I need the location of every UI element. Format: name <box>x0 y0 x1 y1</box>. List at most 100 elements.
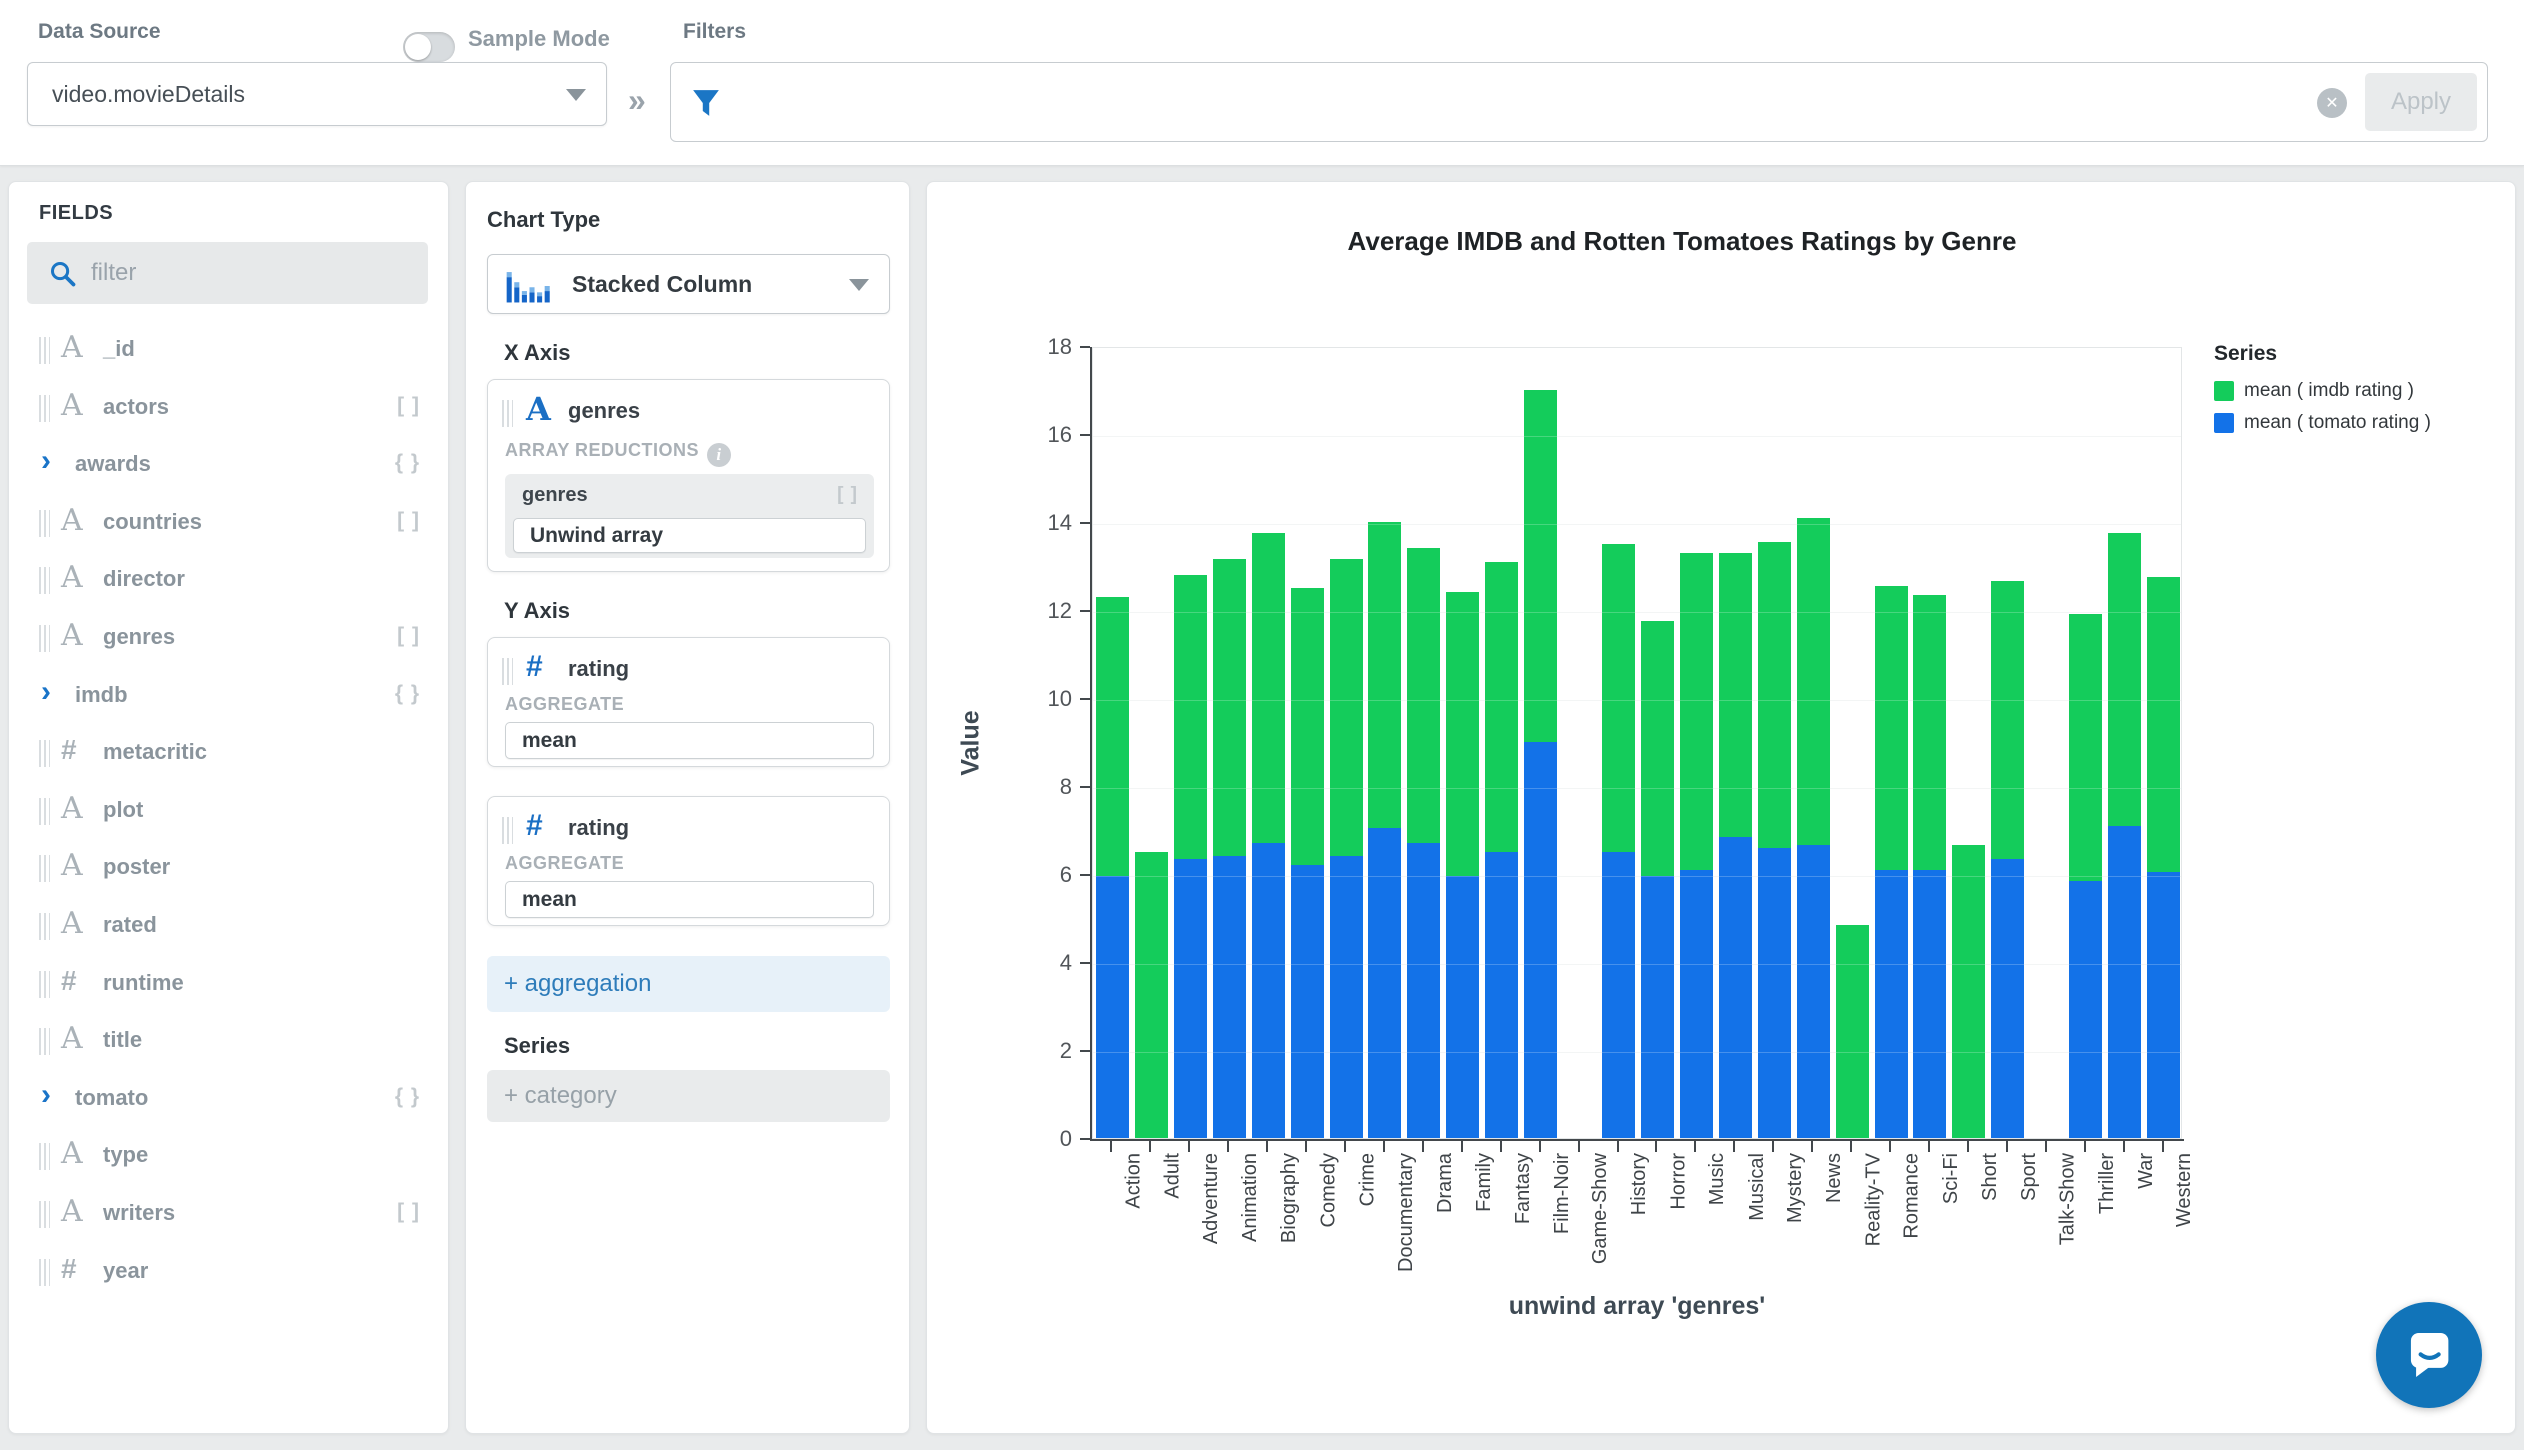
bar-tomato-Music[interactable] <box>1680 870 1713 1138</box>
bar-tomato-News[interactable] <box>1797 845 1830 1138</box>
bar-imdb-Music[interactable] <box>1680 553 1713 870</box>
bar-imdb-Horror[interactable] <box>1641 621 1674 876</box>
bar-tomato-Crime[interactable] <box>1330 856 1363 1138</box>
bar-imdb-Fantasy[interactable] <box>1485 562 1518 852</box>
chat-button[interactable] <box>2376 1302 2482 1408</box>
drag-handle-icon[interactable] <box>39 337 50 364</box>
bar-imdb-Short[interactable] <box>1952 845 1985 1138</box>
field-row-imdb[interactable]: ›imdb{ } <box>9 668 448 724</box>
field-row-title[interactable]: Atitle <box>9 1013 448 1069</box>
field-row-genres[interactable]: Agenres[ ] <box>9 610 448 666</box>
bar-imdb-Film-Noir[interactable] <box>1524 390 1557 742</box>
bar-imdb-Biography[interactable] <box>1252 533 1285 843</box>
field-search-input[interactable] <box>91 242 411 304</box>
sample-mode-toggle[interactable] <box>403 32 455 62</box>
bar-imdb-War[interactable] <box>2108 533 2141 826</box>
bar-tomato-Musical[interactable] <box>1719 837 1752 1138</box>
info-icon[interactable]: i <box>707 443 731 467</box>
drag-handle-icon[interactable] <box>39 625 50 652</box>
field-row-awards[interactable]: ›awards{ } <box>9 437 448 493</box>
bar-tomato-Biography[interactable] <box>1252 843 1285 1138</box>
bar-imdb-Documentary[interactable] <box>1368 522 1401 828</box>
bar-imdb-Sport[interactable] <box>1991 581 2024 858</box>
field-row-actors[interactable]: Aactors[ ] <box>9 380 448 436</box>
field-row-runtime[interactable]: #runtime <box>9 956 448 1012</box>
bar-imdb-Action[interactable] <box>1096 597 1129 876</box>
bar-imdb-Animation[interactable] <box>1213 559 1246 856</box>
field-row-poster[interactable]: Aposter <box>9 840 448 896</box>
bar-imdb-Adventure[interactable] <box>1174 575 1207 859</box>
chevron-right-icon[interactable]: › <box>41 1078 51 1112</box>
drag-handle-icon[interactable] <box>39 740 50 767</box>
bar-tomato-Fantasy[interactable] <box>1485 852 1518 1138</box>
bar-imdb-Romance[interactable] <box>1875 586 1908 870</box>
bar-tomato-Thriller[interactable] <box>2069 881 2102 1138</box>
drag-handle-icon[interactable] <box>39 510 50 537</box>
field-row-tomato[interactable]: ›tomato{ } <box>9 1071 448 1127</box>
bar-tomato-Adventure[interactable] <box>1174 859 1207 1138</box>
drag-handle-icon[interactable] <box>39 913 50 940</box>
chevron-right-icon[interactable]: › <box>41 675 51 709</box>
drag-handle-icon[interactable] <box>39 1143 50 1170</box>
bar-tomato-Animation[interactable] <box>1213 856 1246 1138</box>
bar-tomato-Documentary[interactable] <box>1368 828 1401 1138</box>
apply-button[interactable]: Apply <box>2365 73 2477 131</box>
bar-imdb-Thriller[interactable] <box>2069 614 2102 880</box>
bar-imdb-Family[interactable] <box>1446 592 1479 876</box>
field-row-metacritic[interactable]: #metacritic <box>9 725 448 781</box>
bar-tomato-Comedy[interactable] <box>1291 865 1324 1138</box>
add-aggregation-button[interactable]: + aggregation <box>487 956 890 1012</box>
aggregate-select[interactable]: mean <box>505 881 874 918</box>
data-source-select[interactable]: video.movieDetails <box>27 62 607 126</box>
drag-handle-icon[interactable] <box>502 658 513 685</box>
bar-tomato-Family[interactable] <box>1446 876 1479 1138</box>
bar-tomato-Western[interactable] <box>2147 872 2180 1138</box>
drag-handle-icon[interactable] <box>502 400 513 427</box>
bar-tomato-Horror[interactable] <box>1641 876 1674 1138</box>
bar-imdb-Drama[interactable] <box>1407 548 1440 843</box>
clear-filter-icon[interactable]: ✕ <box>2317 88 2347 118</box>
field-row-rated[interactable]: Arated <box>9 898 448 954</box>
aggregate-select[interactable]: mean <box>505 722 874 759</box>
bar-tomato-Film-Noir[interactable] <box>1524 742 1557 1138</box>
field-row-countries[interactable]: Acountries[ ] <box>9 495 448 551</box>
drag-handle-icon[interactable] <box>39 395 50 422</box>
bar-tomato-Romance[interactable] <box>1875 870 1908 1138</box>
bar-imdb-History[interactable] <box>1602 544 1635 852</box>
y-axis-field-card[interactable]: # rating AGGREGATE mean <box>487 637 890 767</box>
field-row-director[interactable]: Adirector <box>9 552 448 608</box>
x-axis-field-card[interactable]: A genres ARRAY REDUCTIONSi genres [ ] Un… <box>487 379 890 572</box>
bar-imdb-Reality-TV[interactable] <box>1836 925 1869 1138</box>
bar-tomato-Sport[interactable] <box>1991 859 2024 1138</box>
chevron-right-icon[interactable]: › <box>41 444 51 478</box>
bar-tomato-History[interactable] <box>1602 852 1635 1138</box>
bar-imdb-Adult[interactable] <box>1135 852 1168 1138</box>
add-category-button[interactable]: + category <box>487 1070 890 1122</box>
bar-imdb-Sci-Fi[interactable] <box>1913 595 1946 870</box>
bar-tomato-Mystery[interactable] <box>1758 848 1791 1138</box>
bar-tomato-Drama[interactable] <box>1407 843 1440 1138</box>
field-row-plot[interactable]: Aplot <box>9 783 448 839</box>
drag-handle-icon[interactable] <box>39 971 50 998</box>
drag-handle-icon[interactable] <box>39 1259 50 1286</box>
bar-imdb-News[interactable] <box>1797 518 1830 846</box>
drag-handle-icon[interactable] <box>39 1028 50 1055</box>
y-axis-field-card[interactable]: # rating AGGREGATE mean <box>487 796 890 926</box>
drag-handle-icon[interactable] <box>39 567 50 594</box>
bar-imdb-Musical[interactable] <box>1719 553 1752 837</box>
filter-input[interactable]: ✕ Apply <box>670 62 2488 142</box>
bar-imdb-Western[interactable] <box>2147 577 2180 872</box>
bar-imdb-Mystery[interactable] <box>1758 542 1791 848</box>
unwind-array-select[interactable]: Unwind array <box>513 518 866 553</box>
bar-tomato-War[interactable] <box>2108 826 2141 1138</box>
drag-handle-icon[interactable] <box>502 817 513 844</box>
field-row-_id[interactable]: A_id <box>9 322 448 378</box>
drag-handle-icon[interactable] <box>39 798 50 825</box>
drag-handle-icon[interactable] <box>39 1201 50 1228</box>
drag-handle-icon[interactable] <box>39 855 50 882</box>
field-row-year[interactable]: #year <box>9 1244 448 1300</box>
chart-type-select[interactable]: Stacked Column <box>487 254 890 314</box>
bar-imdb-Crime[interactable] <box>1330 559 1363 856</box>
bar-imdb-Comedy[interactable] <box>1291 588 1324 865</box>
bar-tomato-Sci-Fi[interactable] <box>1913 870 1946 1138</box>
